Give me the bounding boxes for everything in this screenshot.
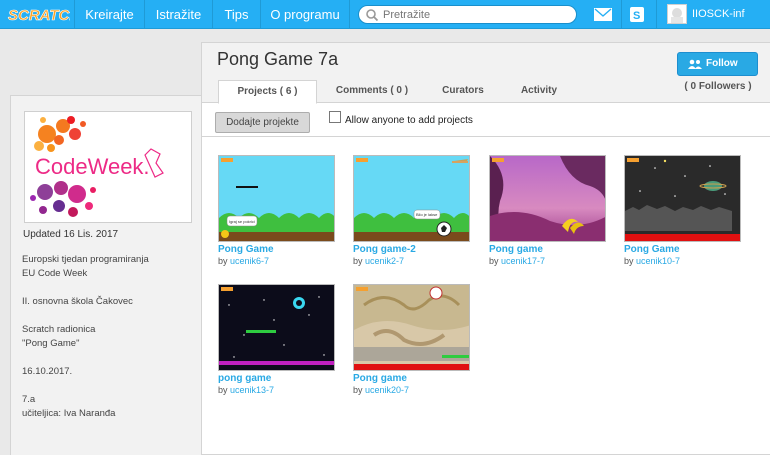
thumb-caption: Igraj se pokrici: [229, 219, 255, 224]
studio-title: Pong Game 7a: [217, 49, 339, 69]
project-thumbnail[interactable]: [624, 155, 741, 242]
nav-divider: [656, 0, 657, 29]
project-author: by ucenik10-7: [624, 256, 680, 266]
by-label: by: [489, 256, 499, 266]
scratch-logo[interactable]: SCRATCH: [6, 4, 82, 25]
nav-tips[interactable]: Tips: [213, 0, 260, 29]
codeweek-logo: CodeWeek.: [30, 116, 164, 217]
project-title[interactable]: Pong game: [353, 373, 407, 384]
nav-about[interactable]: O programu: [261, 0, 349, 29]
users-icon: [688, 59, 702, 69]
avatar: [667, 4, 687, 24]
description-line: EU Code Week: [22, 268, 88, 279]
project-title[interactable]: Pong Game: [218, 244, 274, 255]
description-line: [22, 281, 194, 295]
tab-comments[interactable]: Comments ( 0 ): [320, 80, 424, 103]
projects-toolbar: Dodajte projekte Allow anyone to add pro…: [202, 104, 770, 137]
by-label: by: [353, 256, 363, 266]
studio-info-panel: CodeWeek. Updated 16 Lis. 2017 Europski …: [10, 95, 201, 455]
project-thumbnail[interactable]: [489, 155, 606, 242]
top-navbar: SCRATCH Kreirajte Istražite Tips O progr…: [0, 0, 770, 29]
nav-create[interactable]: Kreirajte: [75, 0, 144, 29]
author-link[interactable]: ucenik2-7: [365, 256, 404, 266]
follow-button[interactable]: Follow: [677, 52, 758, 76]
description-line: II. osnovna škola Čakovec: [22, 296, 133, 307]
mystuff-icon[interactable]: S: [629, 6, 645, 23]
description-line: Europski tjedan programiranja: [22, 254, 149, 265]
svg-text:S: S: [633, 10, 640, 22]
nav-divider: [621, 0, 622, 29]
follow-label: Follow: [706, 58, 738, 69]
project-author: by ucenik20-7: [353, 385, 409, 395]
tab-activity[interactable]: Activity: [502, 80, 576, 103]
user-menu[interactable]: IIOSCK-inf: [661, 0, 770, 29]
project-thumbnail[interactable]: Bilo je lakse: [353, 155, 470, 242]
description-line: 7.a: [22, 394, 36, 405]
by-label: by: [218, 256, 228, 266]
project-title[interactable]: pong game: [218, 373, 271, 384]
description-line: 16.10.2017.: [22, 366, 73, 377]
logo-text: SCRATCH: [8, 7, 70, 24]
project-title[interactable]: Pong game: [489, 244, 543, 255]
codeweek-text: CodeWeek.: [35, 154, 150, 179]
author-link[interactable]: ucenik13-7: [230, 385, 274, 395]
project-author: by ucenik6-7: [218, 256, 269, 266]
project-author: by ucenik17-7: [489, 256, 545, 266]
project-thumbnail[interactable]: [218, 284, 335, 371]
studio-main-panel: Pong Game 7a Projects ( 6 ) Comments ( 0…: [201, 42, 770, 455]
by-label: by: [353, 385, 363, 395]
search-input[interactable]: [383, 7, 571, 22]
search-icon: [366, 9, 379, 22]
description-line: "Pong Game": [22, 338, 80, 349]
allow-anyone-checkbox[interactable]: [329, 111, 341, 123]
nav-explore[interactable]: Istražite: [145, 0, 212, 29]
description-line: Scratch radionica: [22, 324, 96, 335]
tab-projects[interactable]: Projects ( 6 ): [218, 80, 317, 104]
allow-anyone-label: Allow anyone to add projects: [345, 115, 473, 126]
project-thumbnail[interactable]: [353, 284, 470, 371]
nav-divider: [349, 0, 350, 29]
add-projects-button[interactable]: Dodajte projekte: [215, 112, 310, 133]
project-author: by ucenik13-7: [218, 385, 274, 395]
project-thumbnail[interactable]: Igraj se pokrici: [218, 155, 335, 242]
author-link[interactable]: ucenik10-7: [636, 256, 680, 266]
author-link[interactable]: ucenik6-7: [230, 256, 269, 266]
project-title[interactable]: Pong game-2: [353, 244, 416, 255]
username: IIOSCK-inf: [692, 8, 745, 20]
studio-description: Europski tjedan programiranja EU Code We…: [22, 253, 194, 421]
description-line: učiteljica: Iva Naranđa: [22, 408, 116, 419]
project-author: by ucenik2-7: [353, 256, 404, 266]
by-label: by: [624, 256, 634, 266]
description-line: [22, 379, 194, 393]
messages-icon[interactable]: [594, 8, 612, 21]
description-line: [22, 351, 194, 365]
studio-thumbnail: CodeWeek.: [24, 111, 192, 223]
project-title[interactable]: Pong Game: [624, 244, 680, 255]
studio-header: Pong Game 7a Projects ( 6 ) Comments ( 0…: [202, 43, 770, 104]
by-label: by: [218, 385, 228, 395]
thumb-caption: Bilo je lakse: [416, 212, 438, 217]
tab-curators[interactable]: Curators: [427, 80, 499, 103]
author-link[interactable]: ucenik17-7: [501, 256, 545, 266]
search-box[interactable]: [358, 5, 577, 24]
author-link[interactable]: ucenik20-7: [365, 385, 409, 395]
description-line: [22, 309, 194, 323]
followers-count: ( 0 Followers ): [684, 81, 752, 92]
updated-date: Updated 16 Lis. 2017: [23, 229, 119, 240]
